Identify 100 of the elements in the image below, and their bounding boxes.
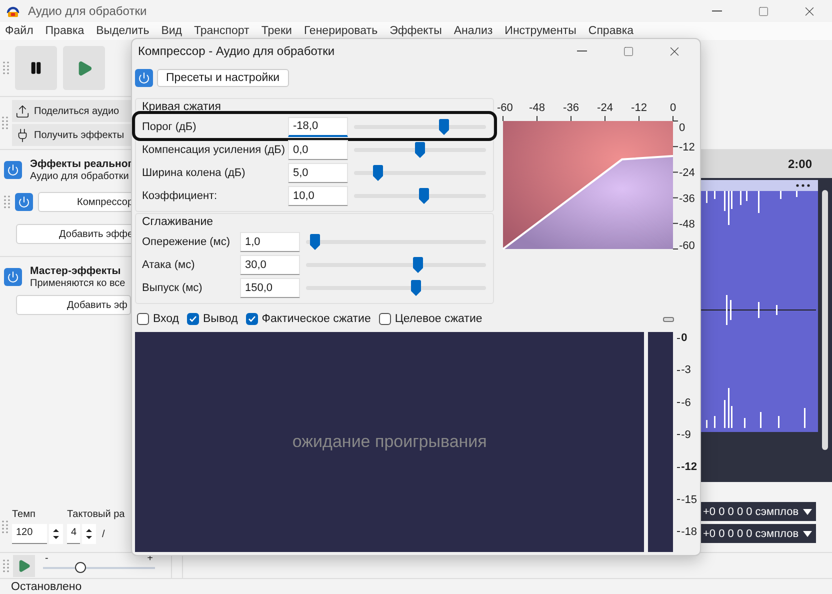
time-field[interactable]: +0 0 0 0 0 сэмплов	[700, 524, 816, 543]
menu-item[interactable]: Генерировать	[304, 25, 378, 37]
parameter-label: Атака (мс)	[142, 258, 196, 270]
play-button[interactable]	[63, 46, 105, 90]
presets-button[interactable]: Пресеты и настройки	[157, 69, 289, 87]
power-icon	[18, 196, 30, 208]
add-effect-button[interactable]: Добавить эф	[16, 295, 131, 315]
grip-icon	[3, 61, 9, 75]
slider[interactable]	[354, 118, 486, 134]
y-tick-label: -12	[672, 142, 695, 154]
slider[interactable]	[306, 234, 486, 250]
checkbox-label[interactable]: Целевое сжатие	[394, 313, 482, 325]
slider[interactable]	[354, 188, 486, 204]
spin-arrows-icon[interactable]	[82, 524, 96, 544]
parameter-label: Компенсация усиления (дБ)	[142, 144, 282, 156]
pause-button[interactable]	[15, 46, 57, 90]
power-button[interactable]	[4, 268, 22, 286]
checkbox-label[interactable]: Вход	[153, 313, 180, 325]
menu-item[interactable]: Файл	[5, 25, 34, 37]
power-button[interactable]	[135, 69, 153, 87]
checkbox[interactable]	[137, 313, 149, 325]
group-title: Кривая сжатия	[142, 101, 222, 115]
speed-slider[interactable]	[43, 562, 155, 574]
value-field[interactable]: 10,0	[288, 186, 348, 206]
scale-label: -12	[681, 461, 697, 474]
slider-thumb[interactable]	[438, 118, 449, 134]
dialog-title: Компрессор - Аудио для обработки	[138, 44, 335, 58]
panel-subtitle: Применяются ко все	[30, 278, 126, 289]
minimize-icon	[712, 10, 722, 12]
y-tick-label: -24	[679, 167, 695, 180]
y-tick-label: -48	[679, 218, 695, 230]
scale-label: -3	[681, 364, 691, 376]
menu-item[interactable]: Транспорт	[194, 25, 250, 37]
x-tick-label: -12	[631, 102, 647, 122]
power-button[interactable]	[15, 193, 33, 211]
checkbox-label[interactable]: Вывод	[203, 313, 238, 325]
x-tick-label: 0	[670, 102, 676, 114]
y-tick-label: 0	[672, 120, 686, 134]
power-icon	[7, 164, 19, 176]
value-field[interactable]: 0,0	[288, 140, 348, 160]
more-icon[interactable]	[796, 184, 810, 187]
window-title: Аудио для обработки	[28, 4, 147, 18]
slider[interactable]	[306, 256, 486, 272]
value-field[interactable]: 150,0	[240, 278, 300, 298]
slider-thumb[interactable]	[372, 164, 383, 180]
grip-icon	[2, 116, 8, 130]
menu-item[interactable]: Инструменты	[504, 25, 576, 37]
group-title: Сглаживание	[142, 216, 214, 230]
grip-icon	[2, 520, 8, 534]
value-field[interactable]: 1,0	[240, 232, 300, 252]
slider[interactable]	[306, 280, 486, 296]
slider-thumb[interactable]	[410, 280, 421, 296]
scrollbar[interactable]	[822, 190, 828, 450]
y-tick-label: -36	[679, 192, 695, 205]
slider[interactable]	[354, 164, 486, 180]
menu-item[interactable]: Вид	[161, 25, 182, 37]
y-tick-label: -24	[672, 167, 695, 180]
y-tick-label: -60	[672, 240, 695, 252]
x-tick-label: -24	[597, 102, 613, 114]
value-field[interactable]: -18,0	[288, 116, 348, 136]
time-field[interactable]: +0 0 0 0 0 сэмплов	[700, 502, 816, 521]
play-at-speed-button[interactable]	[13, 554, 35, 576]
separator-text: /	[102, 528, 105, 540]
dropdown-icon	[803, 508, 812, 514]
menu-item[interactable]: Справка	[588, 25, 634, 37]
power-icon	[138, 72, 150, 84]
checkbox[interactable]	[187, 313, 200, 325]
menu-item[interactable]: Правка	[45, 25, 84, 37]
value-field[interactable]: 5,0	[288, 162, 348, 182]
power-button[interactable]	[4, 161, 22, 179]
menu-item[interactable]: Выделить	[96, 25, 150, 37]
parameter-label: Ширина колена (дБ)	[142, 166, 246, 178]
scale-label: -18	[681, 526, 697, 538]
y-tick-label: -48	[672, 218, 695, 230]
spin-arrows-icon[interactable]	[49, 524, 63, 544]
y-tick-label: -60	[679, 240, 695, 252]
tempo-field[interactable]: 120	[12, 524, 47, 544]
parameter-label: Коэффициент:	[142, 190, 218, 202]
slider-thumb[interactable]	[74, 562, 86, 572]
y-tick-label: 0	[679, 122, 686, 134]
x-tick-label: -60	[497, 102, 513, 114]
checkbox[interactable]	[246, 313, 258, 325]
toolbar-button[interactable]: Получить эффекты	[12, 124, 131, 146]
beats-field[interactable]: 4	[67, 524, 80, 544]
menu-item[interactable]: Эффекты	[390, 25, 442, 37]
menu-item[interactable]: Треки	[261, 25, 292, 37]
meter-handle[interactable]	[663, 316, 674, 322]
x-tick-label: -48	[529, 102, 545, 122]
slider[interactable]	[354, 142, 486, 158]
x-tick-label: 0	[670, 102, 676, 122]
menu-item[interactable]: Анализ	[454, 25, 493, 37]
checkbox[interactable]	[378, 313, 391, 325]
slider-thumb[interactable]	[418, 188, 429, 204]
value-field[interactable]: 30,0	[240, 254, 300, 274]
slider-thumb[interactable]	[415, 142, 425, 158]
x-tick-label: -36	[563, 102, 579, 114]
slider-thumb[interactable]	[412, 256, 423, 272]
toolbar-button[interactable]: Поделиться аудио	[12, 100, 131, 122]
slider-thumb[interactable]	[310, 234, 320, 250]
checkbox-label[interactable]: Фактическое сжатие	[262, 313, 371, 325]
